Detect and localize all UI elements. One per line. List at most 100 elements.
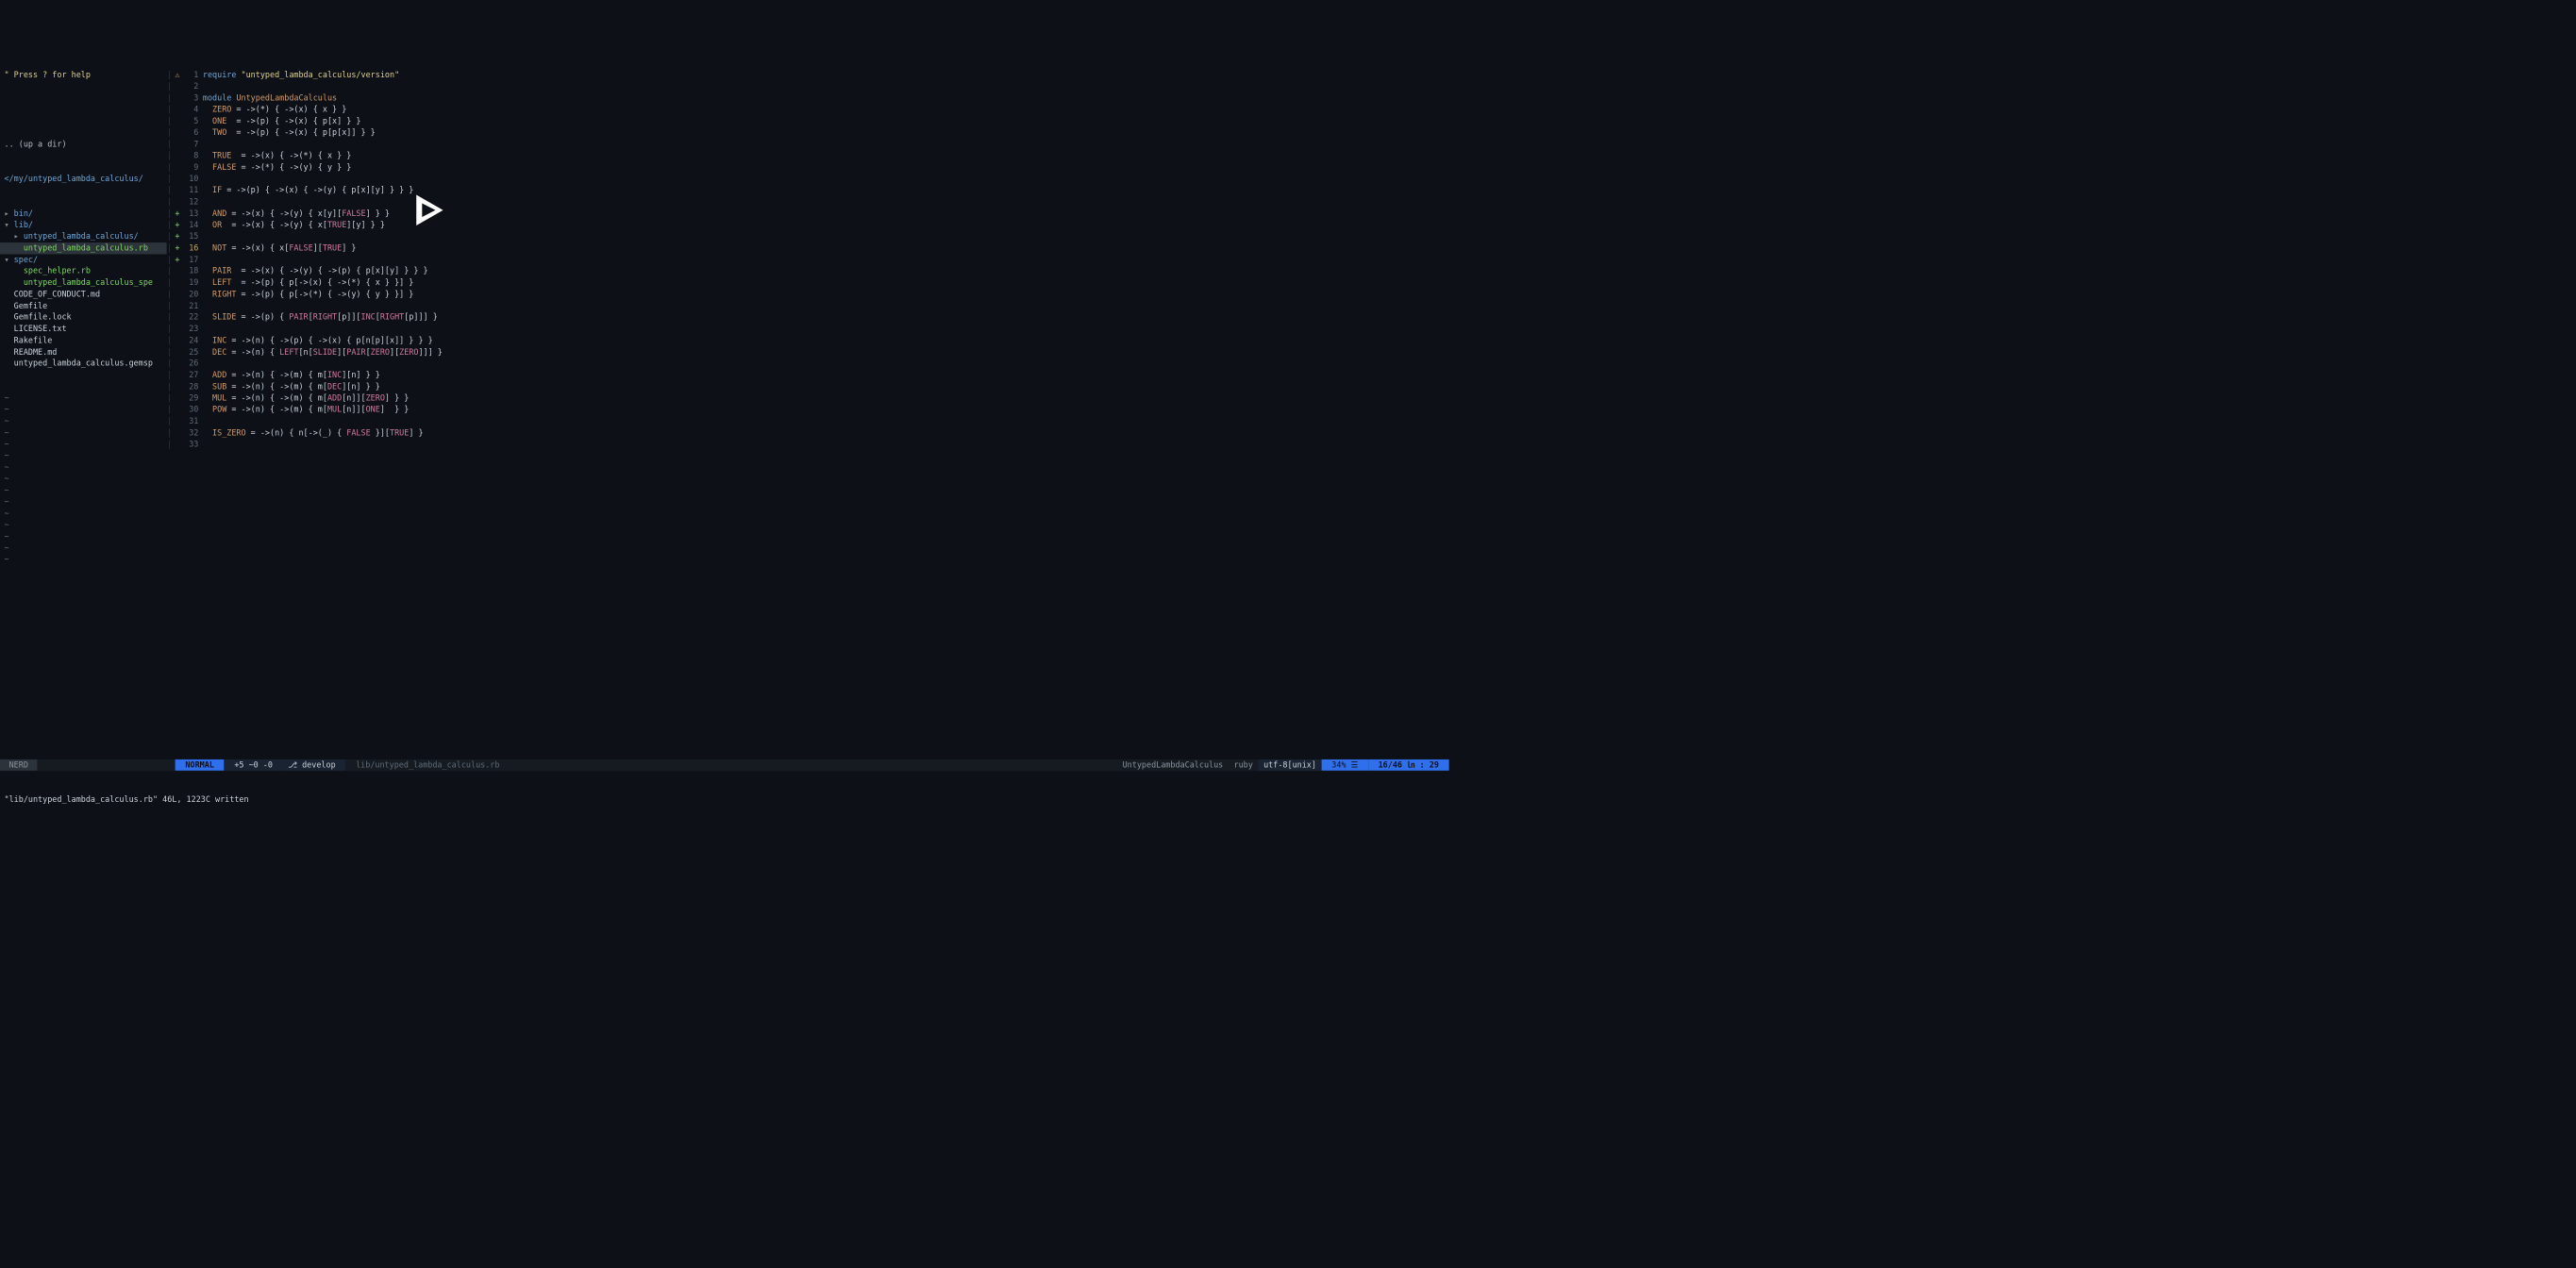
code-line[interactable]: |27 ADD = ->(n) { ->(m) { m[INC][n] } } [167,370,1449,381]
code-line[interactable]: |30 POW = ->(n) { ->(m) { m[MUL[n]][ONE]… [167,404,1449,415]
code-line[interactable]: |19 LEFT = ->(p) { p[->(x) { ->(*) { x }… [167,277,1449,289]
code-line[interactable]: |22 SLIDE = ->(p) { PAIR[RIGHT[p]][INC[R… [167,311,1449,323]
code-line[interactable]: |+15 [167,231,1449,242]
code-line[interactable]: |24 INC = ->(n) { ->(p) { ->(x) { p[n[p]… [167,335,1449,346]
empty-line-tilde: ~ [0,415,167,426]
code-content[interactable]: IF = ->(p) { ->(x) { ->(y) { p[x][y] } }… [203,185,1449,196]
empty-line-tilde: ~ [0,508,167,519]
code-content[interactable] [203,231,1449,242]
code-content[interactable]: ONE = ->(p) { ->(x) { p[x] } } [203,115,1449,126]
code-line[interactable]: |9 FALSE = ->(*) { ->(y) { y } } [167,161,1449,173]
tree-item[interactable]: Gemfile [0,300,167,311]
code-line[interactable]: |5 ONE = ->(p) { ->(x) { p[x] } } [167,115,1449,126]
code-line[interactable]: |23 [167,324,1449,335]
tree-item[interactable]: spec_helper.rb [0,265,167,276]
tree-item[interactable]: ▸ bin/ [0,208,167,219]
code-content[interactable] [203,254,1449,265]
code-line[interactable]: |7 [167,139,1449,150]
line-number: 12 [183,196,203,208]
code-content[interactable]: PAIR = ->(x) { ->(y) { ->(p) { p[x][y] }… [203,265,1449,276]
code-line[interactable]: |2 [167,81,1449,92]
code-content[interactable]: FALSE = ->(*) { ->(y) { y } } [203,161,1449,173]
code-line[interactable]: |+16 NOT = ->(x) { x[FALSE][TRUE] } [167,242,1449,254]
tree-item[interactable]: untyped_lambda_calculus_spe [0,277,167,289]
code-content[interactable]: MUL = ->(n) { ->(m) { m[ADD[n]][ZERO] } … [203,392,1449,404]
tree-item[interactable]: Rakefile [0,335,167,346]
code-content[interactable]: AND = ->(x) { ->(y) { x[y][FALSE] } } [203,208,1449,219]
sign-column [172,289,182,300]
code-line[interactable]: |+14 OR = ->(x) { ->(y) { x[TRUE][y] } } [167,219,1449,230]
code-content[interactable]: RIGHT = ->(p) { p[->(*) { ->(y) { y } }]… [203,289,1449,300]
code-content[interactable] [203,174,1449,185]
line-number: 23 [183,324,203,335]
code-line[interactable]: |33 [167,439,1449,450]
tree-item[interactable]: ▸ untyped_lambda_calculus/ [0,231,167,242]
code-line[interactable]: |⚠1require "untyped_lambda_calculus/vers… [167,69,1449,80]
code-line[interactable]: |11 IF = ->(p) { ->(x) { ->(y) { p[x][y]… [167,185,1449,196]
sign-column [172,415,182,426]
code-line[interactable]: |4 ZERO = ->(*) { ->(x) { x } } [167,104,1449,115]
code-editor[interactable]: |⚠1require "untyped_lambda_calculus/vers… [167,46,1449,736]
tree-item[interactable]: LICENSE.txt [0,324,167,335]
code-content[interactable] [203,324,1449,335]
sign-column [172,427,182,439]
code-content[interactable]: ADD = ->(n) { ->(m) { m[INC][n] } } [203,370,1449,381]
code-line[interactable]: |10 [167,174,1449,185]
tree-item[interactable]: ▾ lib/ [0,219,167,230]
line-number: 16 [183,242,203,254]
code-line[interactable]: |18 PAIR = ->(x) { ->(y) { ->(p) { p[x][… [167,265,1449,276]
code-line[interactable]: |31 [167,415,1449,426]
code-content[interactable]: POW = ->(n) { ->(m) { m[MUL[n]][ONE] } } [203,404,1449,415]
code-line[interactable]: |8 TRUE = ->(x) { ->(*) { x } } [167,150,1449,161]
code-line[interactable]: |+17 [167,254,1449,265]
status-branch: ⎇ develop [283,759,346,771]
tree-item[interactable]: CODE_OF_CONDUCT.md [0,289,167,300]
code-line[interactable]: |21 [167,300,1449,311]
code-content[interactable]: NOT = ->(x) { x[FALSE][TRUE] } [203,242,1449,254]
code-line[interactable]: |26 [167,358,1449,369]
code-line[interactable]: |6 TWO = ->(p) { ->(x) { p[p[x]] } } [167,127,1449,139]
code-line[interactable]: |12 [167,196,1449,208]
status-filename: lib/untyped_lambda_calculus.rb [345,759,510,771]
code-content[interactable] [203,439,1449,450]
code-content[interactable]: require "untyped_lambda_calculus/version… [203,69,1449,80]
code-content[interactable]: DEC = ->(n) { LEFT[n[SLIDE][PAIR[ZERO][Z… [203,346,1449,358]
tree-item[interactable]: untyped_lambda_calculus.rb [0,242,167,254]
code-content[interactable] [203,300,1449,311]
code-line[interactable]: |20 RIGHT = ->(p) { p[->(*) { ->(y) { y … [167,289,1449,300]
line-number: 14 [183,219,203,230]
nerdtree-help: " Press ? for help [0,69,167,80]
code-content[interactable] [203,81,1449,92]
tree-item[interactable]: untyped_lambda_calculus.gemsp [0,358,167,369]
code-content[interactable]: SUB = ->(n) { ->(m) { m[DEC][n] } } [203,381,1449,392]
code-content[interactable]: LEFT = ->(p) { p[->(x) { ->(*) { x } }] … [203,277,1449,289]
status-encoding: utf-8[unix] [1258,759,1321,771]
code-line[interactable]: |25 DEC = ->(n) { LEFT[n[SLIDE][PAIR[ZER… [167,346,1449,358]
code-content[interactable]: TWO = ->(p) { ->(x) { p[p[x]] } } [203,127,1449,139]
code-line[interactable]: |+13 AND = ->(x) { ->(y) { x[y][FALSE] }… [167,208,1449,219]
code-line[interactable]: |28 SUB = ->(n) { ->(m) { m[DEC][n] } } [167,381,1449,392]
git-added-sign: + [172,242,182,254]
code-content[interactable] [203,415,1449,426]
code-line[interactable]: |29 MUL = ->(n) { ->(m) { m[ADD[n]][ZERO… [167,392,1449,404]
empty-line-tilde: ~ [0,392,167,404]
tree-item[interactable]: README.md [0,346,167,358]
tree-item[interactable]: ▾ spec/ [0,254,167,265]
code-content[interactable]: OR = ->(x) { ->(y) { x[TRUE][y] } } [203,219,1449,230]
code-content[interactable]: INC = ->(n) { ->(p) { ->(x) { p[n[p][x]]… [203,335,1449,346]
code-content[interactable] [203,358,1449,369]
code-line[interactable]: |32 IS_ZERO = ->(n) { n[->(_) { FALSE }]… [167,427,1449,439]
sign-column [172,196,182,208]
code-content[interactable]: ZERO = ->(*) { ->(x) { x } } [203,104,1449,115]
code-content[interactable] [203,139,1449,150]
code-content[interactable]: module UntypedLambdaCalculus [203,92,1449,104]
code-content[interactable]: TRUE = ->(x) { ->(*) { x } } [203,150,1449,161]
tree-item[interactable]: Gemfile.lock [0,311,167,323]
empty-line-tilde: ~ [0,554,167,565]
nerdtree-sidebar[interactable]: " Press ? for help .. (up a dir) </my/un… [0,46,167,736]
code-content[interactable]: IS_ZERO = ->(n) { n[->(_) { FALSE }][TRU… [203,427,1449,439]
code-content[interactable]: SLIDE = ->(p) { PAIR[RIGHT[p]][INC[RIGHT… [203,311,1449,323]
code-content[interactable] [203,196,1449,208]
nerdtree-updir[interactable]: .. (up a dir) [0,139,167,150]
code-line[interactable]: |3module UntypedLambdaCalculus [167,92,1449,104]
